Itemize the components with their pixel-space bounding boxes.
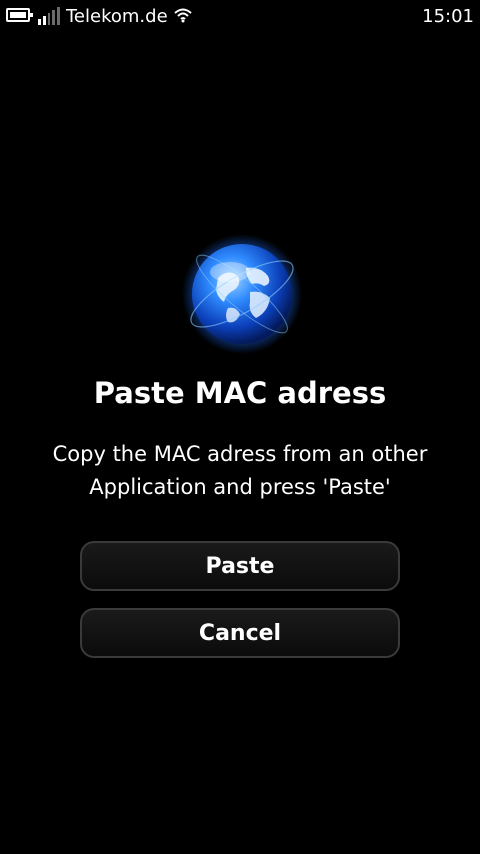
operator-name: Telekom.de	[66, 6, 168, 27]
paste-button[interactable]: Paste	[80, 541, 400, 591]
message-line-2: Application and press 'Paste'	[89, 475, 391, 499]
dialog-title: Paste MAC adress	[93, 376, 387, 410]
clock: 15:01	[422, 6, 474, 27]
cancel-button[interactable]: Cancel	[80, 608, 400, 658]
globe-icon	[182, 234, 302, 354]
signal-strength-icon	[38, 7, 60, 25]
wifi-icon	[174, 8, 192, 23]
status-bar: Telekom.de 15:01	[0, 0, 480, 34]
message-line-1: Copy the MAC adress from an other	[52, 442, 428, 466]
dialog-message: Copy the MAC adress from an other Applic…	[0, 438, 480, 504]
battery-icon	[6, 8, 33, 22]
